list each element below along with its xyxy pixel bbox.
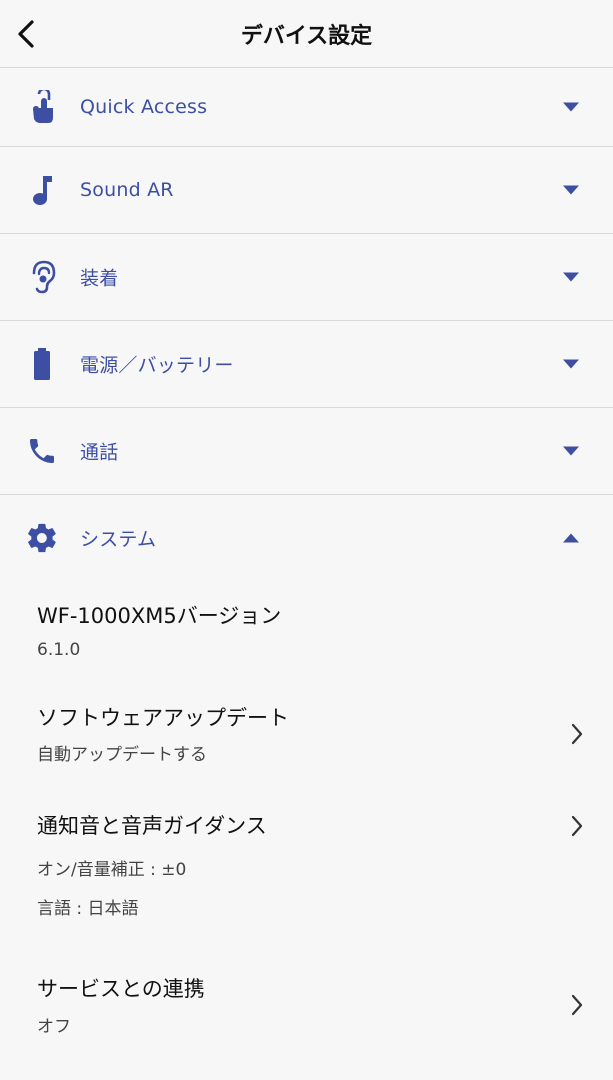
item-value: 6.1.0 <box>37 640 81 660</box>
chevron-down-icon <box>563 359 579 369</box>
touch-icon <box>24 89 60 125</box>
chevron-down-icon <box>563 185 579 195</box>
item-title: 通知音と音声ガイダンス <box>37 814 267 838</box>
chevron-right-icon <box>567 812 587 840</box>
chevron-right-icon <box>567 991 587 1019</box>
service-linkage-item[interactable]: サービスとの連携 オフ <box>0 973 613 1043</box>
item-value: 自動アップデートする <box>37 745 207 765</box>
item-value: オン/音量補正 : ±0 <box>37 860 187 880</box>
chevron-down-icon <box>563 102 579 112</box>
chevron-right-icon <box>567 720 587 748</box>
section-sound-ar[interactable]: Sound AR <box>0 147 613 234</box>
section-power-battery[interactable]: 電源／バッテリー <box>0 321 613 408</box>
item-title: ソフトウェアアップデート <box>37 706 289 730</box>
page-title: デバイス設定 <box>240 24 373 49</box>
section-label: Sound AR <box>80 179 174 201</box>
chevron-down-icon <box>563 446 579 456</box>
ear-icon <box>24 259 60 295</box>
device-settings-page: デバイス設定 Quick Access Sound AR 装着 電源／バッテリー… <box>0 0 613 1080</box>
phone-icon <box>24 433 60 469</box>
software-update-item[interactable]: ソフトウェアアップデート 自動アップデートする <box>0 702 613 772</box>
item-title: サービスとの連携 <box>37 977 205 1001</box>
item-value: オフ <box>37 1017 71 1037</box>
section-fit[interactable]: 装着 <box>0 234 613 321</box>
gear-icon <box>24 520 60 556</box>
music-note-icon <box>24 172 60 208</box>
navigation-header: デバイス設定 <box>0 0 613 68</box>
section-label: 装着 <box>80 267 119 290</box>
section-quick-access[interactable]: Quick Access <box>0 68 613 147</box>
section-label: 通話 <box>80 441 119 464</box>
notification-voice-guidance-item[interactable]: 通知音と音声ガイダンス オン/音量補正 : ±0 言語 : 日本語 <box>0 810 613 920</box>
section-call[interactable]: 通話 <box>0 408 613 495</box>
firmware-version-item: WF-1000XM5バージョン 6.1.0 <box>0 600 613 670</box>
chevron-down-icon <box>563 272 579 282</box>
section-label: Quick Access <box>80 96 208 118</box>
section-label: システム <box>80 528 157 551</box>
battery-icon <box>24 346 60 382</box>
section-system[interactable]: システム <box>0 495 613 581</box>
item-value: 言語 : 日本語 <box>37 899 139 919</box>
item-title: WF-1000XM5バージョン <box>37 604 282 628</box>
section-label: 電源／バッテリー <box>80 354 234 377</box>
chevron-up-icon <box>563 533 579 543</box>
